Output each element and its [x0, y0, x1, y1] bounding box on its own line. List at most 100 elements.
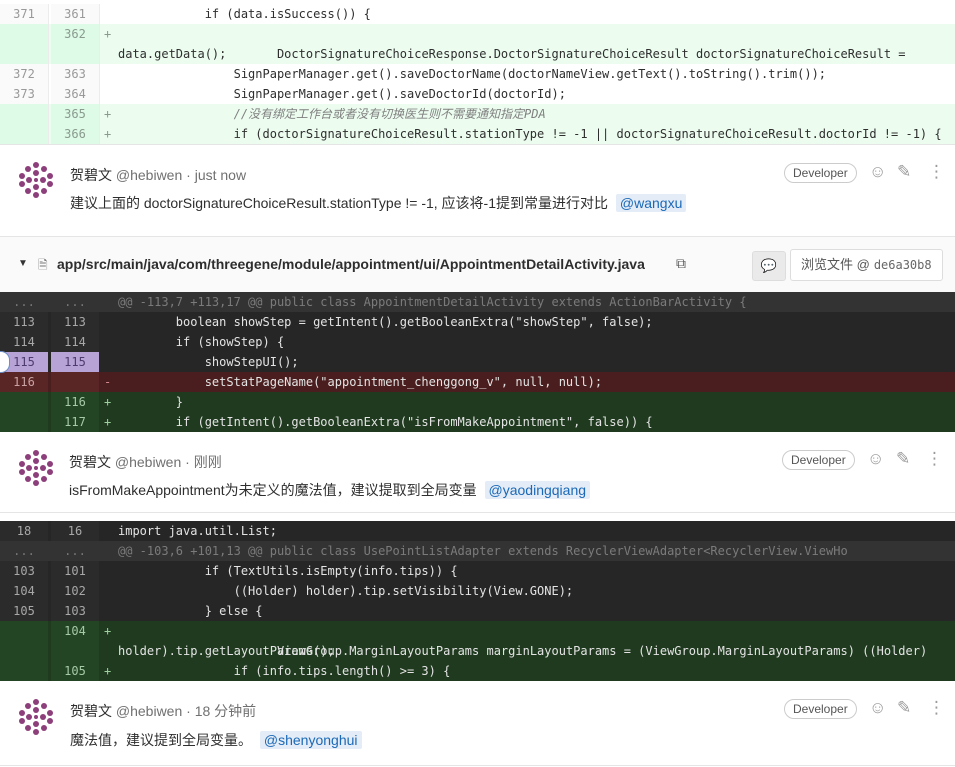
new-line-number[interactable]: 115 [51, 352, 99, 372]
discussion-note-3: 贺碧文 @hebiwen · 18 分钟前 魔法值，建议提到全局变量。 @she… [0, 681, 955, 766]
author-name[interactable]: 贺碧文 [70, 167, 112, 183]
kebab-icon[interactable]: ⋮ [928, 698, 945, 718]
new-line-number[interactable] [51, 372, 99, 392]
code-text: } [118, 395, 184, 409]
diff-line: 372 363 SignPaperManager.get().saveDocto… [0, 64, 955, 84]
old-line-number[interactable]: 104 [0, 581, 48, 601]
new-line-number[interactable]: 362 [51, 24, 100, 64]
note-body: isFromMakeAppointment为未定义的魔法值，建议提取到全局变量 … [69, 480, 591, 500]
user-mention[interactable]: @wangxu [615, 194, 687, 212]
new-line-number[interactable]: 101 [51, 561, 99, 581]
new-line-number[interactable]: 366 [51, 124, 100, 144]
diff-hunk-header: ... ... @@ -103,6 +101,13 @@ public clas… [0, 541, 955, 561]
role-badge: Developer [782, 450, 855, 470]
new-line-number[interactable]: 102 [51, 581, 99, 601]
note-timestamp[interactable]: just now [195, 167, 246, 183]
code-text: ((Holder) holder).tip.setVisibility(View… [118, 584, 574, 598]
note-body: 魔法值，建议提到全局变量。 @shenyonghui [70, 730, 362, 750]
author-username[interactable]: @hebiwen [116, 167, 182, 183]
note-author: 贺碧文 @hebiwen · just now [70, 165, 246, 185]
old-line-number[interactable] [0, 621, 48, 661]
new-line-number[interactable]: 116 [51, 392, 99, 412]
role-badge: Developer [784, 163, 857, 183]
diff-line-added: 117 + if (getIntent().getBooleanExtra("i… [0, 412, 955, 432]
note-text: 魔法值，建议提到全局变量。 [70, 732, 252, 748]
note-timestamp[interactable]: 刚刚 [194, 454, 222, 470]
new-line-number[interactable]: 114 [51, 332, 99, 352]
file-header: ▼ 🗎 app/src/main/java/com/threegene/modu… [0, 236, 955, 294]
smiley-icon[interactable]: ☺ [869, 698, 886, 718]
diff-hunk-header: ... ... @@ -113,7 +113,17 @@ public clas… [0, 292, 955, 312]
new-line-number[interactable]: 113 [51, 312, 99, 332]
old-line-number[interactable]: 116 [0, 372, 48, 392]
author-name[interactable]: 贺碧文 [70, 703, 112, 719]
diff-sign: + [104, 395, 112, 409]
new-line-number[interactable]: 363 [51, 64, 100, 84]
new-line-number[interactable]: 103 [51, 601, 99, 621]
old-line-number[interactable]: ... [0, 541, 48, 561]
file-icon: 🗎 [38, 258, 48, 272]
file-path[interactable]: app/src/main/java/com/threegene/module/a… [57, 256, 645, 272]
new-line-number[interactable]: 104 [51, 621, 99, 661]
comment-icon[interactable]: 💬 [752, 251, 786, 281]
kebab-icon[interactable]: ⋮ [928, 162, 945, 182]
author-name[interactable]: 贺碧文 [69, 454, 111, 470]
code-text: if (data.isSuccess()) { [118, 7, 371, 21]
old-line-number[interactable] [0, 661, 48, 681]
old-line-number[interactable] [0, 104, 49, 124]
smiley-icon[interactable]: ☺ [867, 449, 884, 469]
code-text: } else { [118, 604, 263, 618]
avatar[interactable] [17, 449, 55, 487]
old-line-number[interactable]: 371 [0, 4, 49, 24]
old-line-number[interactable]: 105 [0, 601, 48, 621]
copy-icon[interactable]: ⧉ [676, 255, 686, 272]
diff-line: 373 364 SignPaperManager.get().saveDocto… [0, 84, 955, 104]
caret-down-icon[interactable]: ▼ [18, 258, 28, 269]
new-line-number[interactable]: ... [51, 292, 99, 312]
old-line-number[interactable] [0, 124, 49, 144]
old-line-number[interactable]: 103 [0, 561, 48, 581]
old-line-number[interactable]: 373 [0, 84, 49, 104]
hunk-text: @@ -103,6 +101,13 @@ public class UsePoi… [118, 544, 848, 558]
note-timestamp[interactable]: 18 分钟前 [195, 703, 256, 719]
author-username[interactable]: @hebiwen [116, 703, 182, 719]
avatar[interactable] [17, 161, 55, 199]
user-mention[interactable]: @shenyonghui [259, 731, 362, 749]
new-line-number[interactable]: 361 [51, 4, 100, 24]
view-file-label: 浏览文件 @ [801, 257, 870, 272]
old-line-number[interactable]: 372 [0, 64, 49, 84]
diff-block-1: 371 361 if (data.isSuccess()) { 362 + Do… [0, 4, 955, 144]
old-line-number[interactable]: 113 [0, 312, 48, 332]
role-badge: Developer [784, 699, 857, 719]
new-line-number[interactable]: ... [51, 541, 99, 561]
new-line-number[interactable]: 105 [51, 661, 99, 681]
diff-line-added: 104 + ViewGroup.MarginLayoutParams margi… [0, 621, 955, 661]
old-line-number[interactable]: ... [0, 292, 48, 312]
code-text: setStatPageName("appointment_chenggong_v… [118, 375, 603, 389]
old-line-number[interactable]: 18 [0, 521, 48, 541]
old-line-number[interactable] [0, 412, 48, 432]
new-line-number[interactable]: 364 [51, 84, 100, 104]
old-line-number[interactable]: 114 [0, 332, 48, 352]
diff-sign: + [104, 27, 112, 41]
author-username[interactable]: @hebiwen [115, 454, 181, 470]
old-line-number[interactable] [0, 24, 49, 64]
new-line-number[interactable]: 117 [51, 412, 99, 432]
new-line-number[interactable]: 16 [51, 521, 99, 541]
diff-line: 18 16 import java.util.List; [0, 521, 955, 541]
user-mention[interactable]: @yaodingqiang [484, 481, 591, 499]
note-author: 贺碧文 @hebiwen · 18 分钟前 [70, 701, 256, 721]
old-line-number[interactable] [0, 392, 48, 412]
smiley-icon[interactable]: ☺ [869, 162, 886, 182]
pencil-icon[interactable]: ✎ [896, 449, 910, 469]
view-file-button[interactable]: 浏览文件 @ de6a30b8 [790, 249, 943, 281]
avatar[interactable] [17, 698, 55, 736]
new-line-number[interactable]: 365 [51, 104, 100, 124]
kebab-icon[interactable]: ⋮ [926, 449, 943, 469]
diff-sign: + [104, 415, 112, 429]
pencil-icon[interactable]: ✎ [897, 698, 911, 718]
pencil-icon[interactable]: ✎ [897, 162, 911, 182]
diff-line-removed: 116 - setStatPageName("appointment_cheng… [0, 372, 955, 392]
note-body: 建议上面的 doctorSignatureChoiceResult.statio… [70, 193, 687, 213]
diff-line-added: 365 + //没有绑定工作台或者没有切换医生则不需要通知指定PDA [0, 104, 955, 124]
